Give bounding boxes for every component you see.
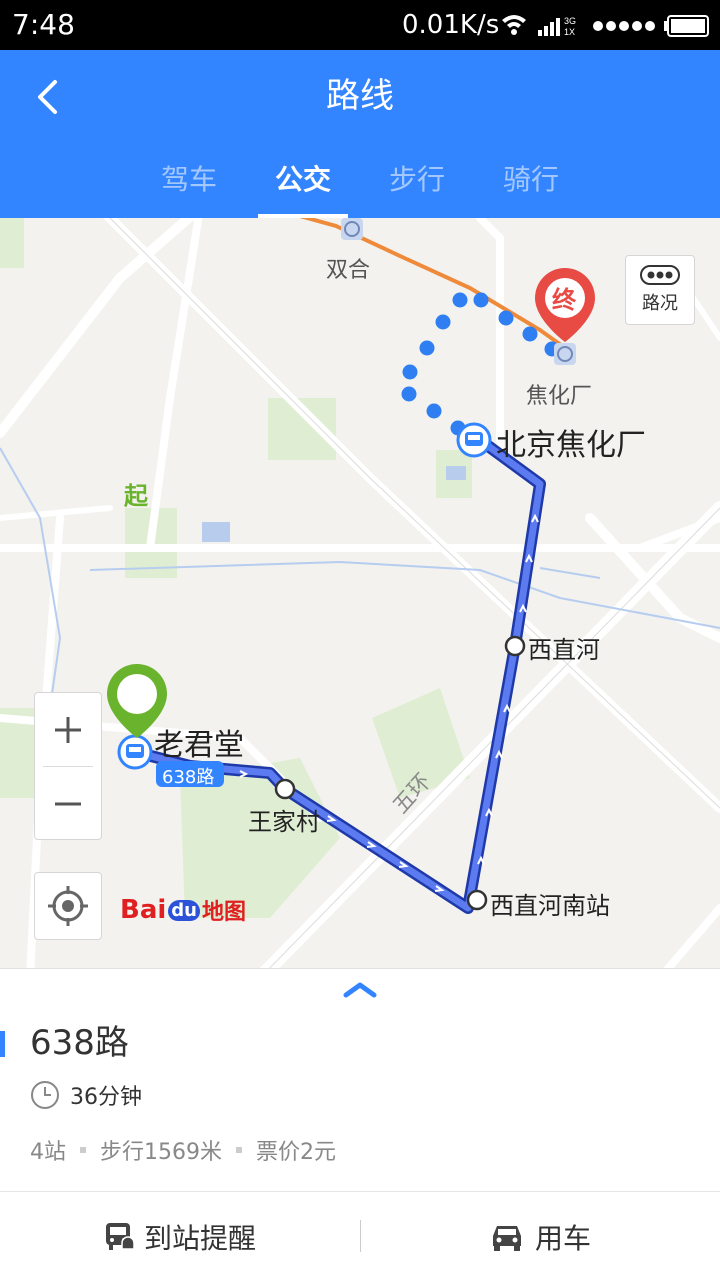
status-icons: 3G 1X — [502, 15, 709, 37]
walk-distance: 步行1569米 — [100, 1140, 222, 1165]
car-icon — [492, 1225, 521, 1251]
fare: 票价2元 — [256, 1140, 336, 1165]
clock-icon — [31, 1081, 59, 1109]
status-bar: 7:48 0.01K/s 3G 1X — [0, 0, 720, 50]
subway-station-label-jiaohuachang: 焦化厂 — [526, 384, 593, 409]
action-separator — [360, 1220, 361, 1252]
tab-drive[interactable]: 驾车 — [132, 154, 246, 218]
svg-text:3G: 3G — [564, 16, 576, 26]
expand-panel-handle[interactable] — [340, 977, 380, 1001]
duration-row: 36分钟 — [30, 1079, 142, 1111]
tab-bus[interactable]: 公交 — [246, 154, 360, 218]
road-network — [0, 218, 720, 968]
crosshair-icon — [48, 886, 88, 926]
stop-label-xizhihe-south: 西直河南站 — [490, 892, 610, 920]
traffic-icon — [640, 265, 680, 285]
traffic-toggle-button[interactable]: 路况 — [625, 255, 695, 325]
status-time: 7:48 — [12, 8, 75, 41]
end-pin-label: 终 — [552, 286, 576, 314]
logo-du: du — [168, 899, 200, 921]
bus-bell-icon — [105, 1222, 134, 1250]
route-name: 638路 — [30, 1023, 129, 1063]
start-station-label: 老君堂 — [154, 728, 244, 763]
route-badge-label: 638路 — [162, 767, 215, 788]
tab-walk[interactable]: 步行 — [360, 154, 474, 218]
route-meta: 4站 步行1569米 票价2元 — [30, 1135, 336, 1165]
minus-icon — [55, 802, 81, 805]
stop-label-xizhihe: 西直河 — [528, 636, 600, 664]
signal-dots-icon — [593, 21, 655, 31]
zoom-control — [34, 692, 102, 840]
meta-separator — [80, 1147, 86, 1153]
stop-count: 4站 — [30, 1140, 66, 1165]
end-station-label: 北京焦化厂 — [496, 428, 646, 463]
water-area — [202, 522, 230, 542]
battery-icon — [664, 15, 709, 37]
arrival-alert-button[interactable]: 到站提醒 — [0, 1192, 360, 1280]
duration-text: 36分钟 — [70, 1085, 142, 1110]
transport-tabs: 驾车 公交 步行 骑行 — [132, 154, 588, 218]
page-title: 路线 — [326, 76, 394, 116]
locate-button[interactable] — [34, 872, 102, 940]
header: 路线 驾车 公交 步行 骑行 — [0, 50, 720, 218]
zoom-out-button[interactable] — [35, 767, 101, 840]
network-speed: 0.01K/s — [402, 10, 500, 40]
plus-icon — [55, 716, 81, 743]
route-accent-bar — [0, 1031, 5, 1057]
svg-text:1X: 1X — [564, 27, 575, 37]
map-view[interactable]: 双合 焦化厂 北京焦化厂 西直河 老君堂 王家村 西直河南站 五环 起 终 63… — [0, 218, 720, 968]
signal-icon: 3G 1X — [538, 16, 576, 37]
water-area-2 — [446, 466, 466, 480]
subway-station-label-shuanghe: 双合 — [326, 258, 371, 283]
zoom-in-button[interactable] — [35, 693, 101, 766]
ride-hailing-button[interactable]: 用车 — [360, 1192, 720, 1280]
tab-bike[interactable]: 骑行 — [474, 154, 588, 218]
logo-bai: Bai — [120, 895, 167, 925]
meta-separator — [236, 1147, 242, 1153]
start-pin-label: 起 — [124, 482, 148, 510]
map-canvas — [0, 218, 720, 968]
walk-path-dots — [401, 292, 560, 436]
arrival-alert-label: 到站提醒 — [143, 1221, 256, 1255]
baidu-map-logo: Bai du 地图 — [120, 890, 246, 930]
logo-ditu: 地图 — [201, 900, 246, 925]
route-detail-panel: 638路 36分钟 4站 步行1569米 票价2元 到站提醒 用车 — [0, 968, 720, 1280]
traffic-label: 路况 — [642, 293, 678, 314]
action-bar: 到站提醒 用车 — [0, 1192, 720, 1280]
wifi-icon — [502, 15, 526, 35]
chevron-up-icon — [343, 982, 377, 998]
car-label: 用车 — [534, 1221, 591, 1255]
stop-label-wangjiacun: 王家村 — [248, 808, 320, 836]
